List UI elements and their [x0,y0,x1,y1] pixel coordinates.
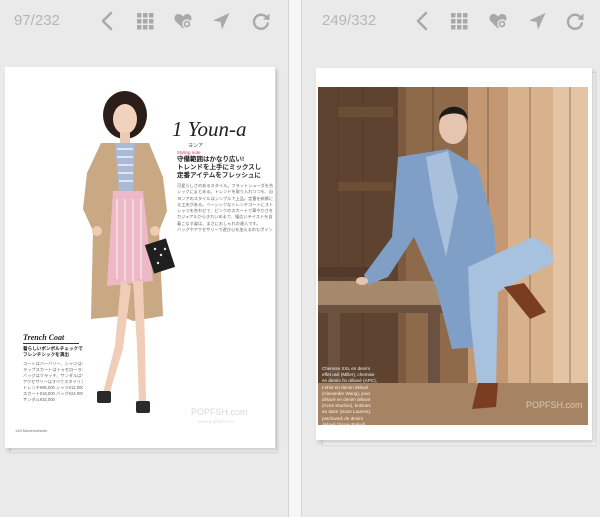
watermark: POPFSH.com [191,407,248,417]
section-body-line: サンダル¥32,000 [23,397,55,402]
page-counter: 97/232 [14,12,60,29]
body-line: バッグやアクセサリーで遊び心を加えるのもポイント。 [177,227,273,233]
title-kana: ヨンア [188,143,204,149]
share-icon[interactable] [211,11,231,31]
headline-line: トレンドを上手にミックスし [177,164,262,171]
watermark-sub: www.popfash.com [198,419,235,424]
headline-line: 守備範囲はかなり広い! [177,156,245,163]
left-toolbar: 97/232 [0,0,288,42]
article-title: 1 Youn-a [172,117,247,141]
share-icon[interactable] [527,11,547,31]
right-reader-pane: 249/332 Chemise XXL en denim effet usé (… [302,0,600,517]
page-counter: 249/332 [322,12,377,29]
body-line: ヨンアのスタイルはシンプルで上品。定番を新鮮に見せ [177,195,273,201]
section-body: コートはバーバリー、シャツはミッシェルクラン ラップスカートはトゥモローランド。… [23,361,83,403]
magazine-page[interactable]: Chemise XXL en denim effet usé (Miller),… [316,68,592,440]
pane-divider[interactable] [288,0,302,517]
right-toolbar: 249/332 [302,0,600,42]
section-rule [23,343,79,344]
headline-line: 定番アイテムをフレッシュに [177,172,261,179]
heart-icon[interactable] [488,11,508,31]
magazine-page[interactable]: 1 Youn-a ヨンア Styling note 守備範囲はかなり広い! トレ… [5,67,275,448]
refresh-icon[interactable] [565,11,585,31]
photo-caption: Chemise XXL en denim effet usé (Miller),… [322,366,412,428]
section-title: Trench Coat [23,333,65,342]
body-line: カジュアルからきれいめまで、幅広いテイストを自在に [177,214,273,220]
section-subtitle-line: フレンチシックを演出 [23,352,69,357]
page-folio: 148 Mademoiselle [15,428,48,433]
watermark: POPFSH.com [526,400,583,410]
heart-icon[interactable] [173,11,193,31]
caption-line: délavé (Sonia Rykiel). [322,421,367,427]
section-subtitle: 着らしいボンボルチェックで フレンチシックを演出 [23,346,83,358]
back-arrow-icon[interactable] [98,11,118,31]
refresh-icon[interactable] [251,11,271,31]
body-line: シックにまとめる。トレンドを取り入れつつも、自分らしい [177,189,273,195]
styling-tag: Styling note [177,150,201,155]
article-headline: 守備範囲はかなり広い! トレンドを上手にミックスし 定番アイテムをフレッシュに [177,156,275,180]
article-body: 可愛らしさのあるスタイル。フラットシューズを合わせ シックにまとめる。トレンドを… [177,183,273,233]
back-arrow-icon[interactable] [413,11,433,31]
grid-icon[interactable] [449,11,469,31]
left-reader-pane: 97/232 1 Youn-a ヨンア Styling note 守備範囲はかな… [0,0,288,517]
grid-icon[interactable] [135,11,155,31]
